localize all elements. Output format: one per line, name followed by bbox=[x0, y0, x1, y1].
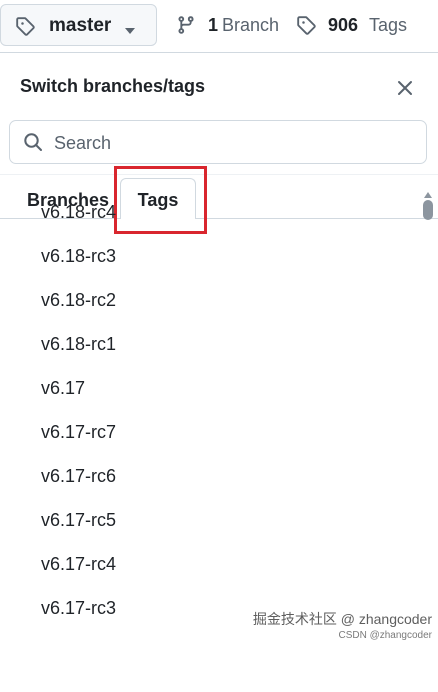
search-field[interactable] bbox=[9, 120, 427, 164]
page: master 1 Branch 906 Tags Switch branches… bbox=[0, 0, 438, 692]
branches-count-label: Branch bbox=[222, 15, 280, 35]
watermark: 掘金技术社区 @ zhangcoder CSDN @zhangcoder bbox=[253, 609, 432, 641]
list-item[interactable]: v6.18-rc3 bbox=[0, 234, 420, 278]
git-branch-icon bbox=[176, 15, 196, 40]
current-ref-label: master bbox=[49, 15, 112, 36]
search-input[interactable] bbox=[52, 127, 416, 159]
list-item[interactable]: v6.18-rc1 bbox=[0, 322, 420, 366]
watermark-primary: 掘金技术社区 @ zhangcoder bbox=[252, 611, 432, 627]
list-item[interactable]: v6.18-rc4 bbox=[0, 190, 420, 234]
list-item[interactable]: v6.17-rc4 bbox=[0, 542, 420, 586]
watermark-secondary: CSDN @zhangcoder bbox=[338, 630, 432, 641]
caret-down-icon bbox=[124, 22, 136, 40]
tag-list: v6.18-rc4 v6.18-rc3 v6.18-rc2 v6.18-rc1 … bbox=[0, 190, 420, 630]
list-item[interactable]: v6.17-rc5 bbox=[0, 498, 420, 542]
list-item[interactable]: v6.18-rc2 bbox=[0, 278, 420, 322]
tags-count-number: 906 bbox=[328, 15, 359, 35]
list-item[interactable]: v6.17-rc7 bbox=[0, 410, 420, 454]
tab-top-divider bbox=[0, 174, 438, 175]
branches-count-number: 1 bbox=[208, 15, 219, 35]
list-item[interactable]: v6.17-rc6 bbox=[0, 454, 420, 498]
tag-icon bbox=[296, 15, 316, 40]
tag-icon bbox=[15, 16, 35, 41]
repo-ref-bar: master 1 Branch 906 Tags bbox=[0, 0, 438, 52]
search-icon bbox=[23, 132, 43, 157]
scrollbar-thumb[interactable] bbox=[423, 200, 433, 220]
tags-count-label: Tags bbox=[369, 15, 408, 35]
panel-title: Switch branches/tags bbox=[20, 76, 206, 96]
close-icon[interactable] bbox=[394, 77, 416, 99]
list-item[interactable]: v6.17 bbox=[0, 366, 420, 410]
branch-selector-button[interactable]: master bbox=[0, 4, 157, 46]
